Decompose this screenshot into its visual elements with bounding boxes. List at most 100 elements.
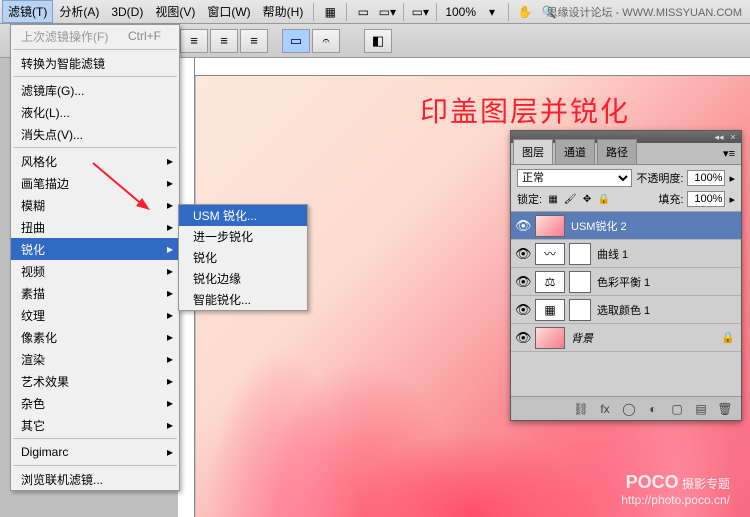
menu-artistic[interactable]: 艺术效果▸ [11, 370, 179, 392]
submenu-sharpen[interactable]: 锐化 [179, 247, 307, 268]
align-right-icon[interactable]: ≡ [240, 29, 268, 53]
filter-dropdown: 上次滤镜操作(F)Ctrl+F 转换为智能滤镜 滤镜库(G)... 液化(L).… [10, 24, 180, 491]
panel-menu-icon[interactable]: ▾≡ [717, 143, 741, 164]
lock-position-icon[interactable]: ✥ [580, 192, 594, 206]
close-icon[interactable]: × [727, 132, 739, 142]
layer-thumbnail[interactable]: ▦ [535, 299, 565, 321]
menu-digimarc[interactable]: Digimarc▸ [11, 441, 179, 463]
layer-thumbnail[interactable] [535, 327, 565, 349]
layer-list: 👁 USM锐化 2 👁 〰 曲线 1 👁 ⚖ 色彩平衡 1 👁 ▦ 选取颜色 1… [511, 212, 741, 396]
menu-blur[interactable]: 模糊▸ [11, 194, 179, 216]
collapse-icon[interactable]: ◂◂ [713, 132, 725, 142]
chevron-right-icon: ▸ [167, 308, 173, 322]
menu-texture[interactable]: 纹理▸ [11, 304, 179, 326]
watermark-brand: POCO [626, 472, 679, 492]
menu-filter-gallery[interactable]: 滤镜库(G)... [11, 79, 179, 101]
delete-layer-icon[interactable]: 🗑 [717, 401, 733, 417]
menu-sketch[interactable]: 素描▸ [11, 282, 179, 304]
menu-vanishing-point[interactable]: 消失点(V)... [11, 123, 179, 145]
layer-row[interactable]: 👁 ⚖ 色彩平衡 1 [511, 268, 741, 296]
visibility-icon[interactable]: 👁 [515, 302, 531, 318]
layer-mask[interactable] [569, 243, 591, 265]
panel-options: 正常 不透明度: ▸ 锁定: ▦ 🖌 ✥ 🔒 填充: ▸ [511, 165, 741, 212]
layer-thumbnail[interactable] [535, 215, 565, 237]
layer-row[interactable]: 👁 ▦ 选取颜色 1 [511, 296, 741, 324]
option-person-icon[interactable]: 𝄐 [312, 29, 340, 53]
menu-video[interactable]: 视频▸ [11, 260, 179, 282]
menu-pixelate[interactable]: 像素化▸ [11, 326, 179, 348]
dropdown-icon[interactable]: ▾ [482, 3, 502, 21]
tab-paths[interactable]: 路径 [597, 139, 637, 164]
menu-window[interactable]: 窗口(W) [201, 0, 256, 23]
chevron-right-icon[interactable]: ▸ [729, 193, 735, 206]
visibility-icon[interactable]: 👁 [515, 218, 531, 234]
align-left-icon[interactable]: ≡ [180, 29, 208, 53]
menu-brush-strokes[interactable]: 画笔描边▸ [11, 172, 179, 194]
submenu-sharpen-edges[interactable]: 锐化边缘 [179, 268, 307, 289]
screen-mode-icon[interactable]: ▭▾ [410, 3, 430, 21]
layer-row[interactable]: 👁 USM锐化 2 [511, 212, 741, 240]
submenu-usm-sharpen[interactable]: USM 锐化... [179, 205, 307, 226]
menu-filter[interactable]: 滤镜(T) [2, 0, 53, 23]
submenu-sharpen-more[interactable]: 进一步锐化 [179, 226, 307, 247]
layer-name[interactable]: 选取颜色 1 [597, 302, 650, 318]
layer-name[interactable]: USM锐化 2 [571, 218, 627, 234]
watermark-url: http://photo.poco.cn/ [621, 493, 730, 507]
new-layer-icon[interactable]: ▤ [693, 401, 709, 417]
layer-style-icon[interactable]: fx [597, 401, 613, 417]
menu-sharpen[interactable]: 锐化▸ [11, 238, 179, 260]
layer-thumbnail[interactable]: ⚖ [535, 271, 565, 293]
menu-analysis[interactable]: 分析(A) [53, 0, 105, 23]
fill-input[interactable] [687, 191, 725, 207]
layer-row[interactable]: 👁 背景 🔒 [511, 324, 741, 352]
hand-icon[interactable]: ✋ [515, 3, 535, 21]
option-active[interactable]: ▭ [282, 29, 310, 53]
bridge-icon[interactable]: ▦ [320, 3, 340, 21]
adjustment-layer-icon[interactable]: ◐ [645, 401, 661, 417]
layer-row[interactable]: 👁 〰 曲线 1 [511, 240, 741, 268]
menu-other[interactable]: 其它▸ [11, 414, 179, 436]
menu-convert-smart[interactable]: 转换为智能滤镜 [11, 52, 179, 74]
menu-browse-filters[interactable]: 浏览联机滤镜... [11, 468, 179, 490]
tab-channels[interactable]: 通道 [555, 139, 595, 164]
view-extras-icon[interactable]: ▭ [353, 3, 373, 21]
menu-last-filter[interactable]: 上次滤镜操作(F)Ctrl+F [11, 25, 179, 47]
lock-transparency-icon[interactable]: ▦ [546, 192, 560, 206]
layer-name[interactable]: 背景 [571, 330, 593, 346]
chevron-right-icon: ▸ [167, 445, 173, 459]
visibility-icon[interactable]: 👁 [515, 246, 531, 262]
layer-name[interactable]: 色彩平衡 1 [597, 274, 650, 290]
opacity-input[interactable] [687, 170, 725, 186]
link-layers-icon[interactable]: ⛓ [573, 401, 589, 417]
visibility-icon[interactable]: 👁 [515, 274, 531, 290]
menu-help[interactable]: 帮助(H) [257, 0, 310, 23]
menu-view[interactable]: 视图(V) [149, 0, 201, 23]
menu-noise[interactable]: 杂色▸ [11, 392, 179, 414]
layer-mask[interactable] [569, 271, 591, 293]
layer-mask-icon[interactable]: ◯ [621, 401, 637, 417]
zoom-level[interactable]: 100% [441, 5, 480, 19]
submenu-smart-sharpen[interactable]: 智能锐化... [179, 289, 307, 310]
layer-mask[interactable] [569, 299, 591, 321]
layers-panel: ◂◂ × 图层 通道 路径 ▾≡ 正常 不透明度: ▸ 锁定: ▦ 🖌 ✥ 🔒 … [510, 130, 742, 421]
layer-thumbnail[interactable]: 〰 [535, 243, 565, 265]
chevron-right-icon: ▸ [167, 286, 173, 300]
separator [313, 3, 314, 21]
chevron-right-icon: ▸ [167, 220, 173, 234]
chevron-right-icon[interactable]: ▸ [729, 172, 735, 185]
option-3d-icon[interactable]: ◧ [364, 29, 392, 53]
visibility-icon[interactable]: 👁 [515, 330, 531, 346]
menu-3d[interactable]: 3D(D) [105, 2, 149, 22]
lock-all-icon[interactable]: 🔒 [597, 192, 611, 206]
menu-stylize[interactable]: 风格化▸ [11, 150, 179, 172]
menu-liquefy[interactable]: 液化(L)... [11, 101, 179, 123]
blend-mode-select[interactable]: 正常 [517, 169, 632, 187]
layer-group-icon[interactable]: ▢ [669, 401, 685, 417]
menu-render[interactable]: 渲染▸ [11, 348, 179, 370]
menu-distort[interactable]: 扭曲▸ [11, 216, 179, 238]
layer-name[interactable]: 曲线 1 [597, 246, 628, 262]
align-center-icon[interactable]: ≡ [210, 29, 238, 53]
lock-pixels-icon[interactable]: 🖌 [563, 192, 577, 206]
arrange-icon[interactable]: ▭▾ [377, 3, 397, 21]
tab-layers[interactable]: 图层 [513, 139, 553, 164]
